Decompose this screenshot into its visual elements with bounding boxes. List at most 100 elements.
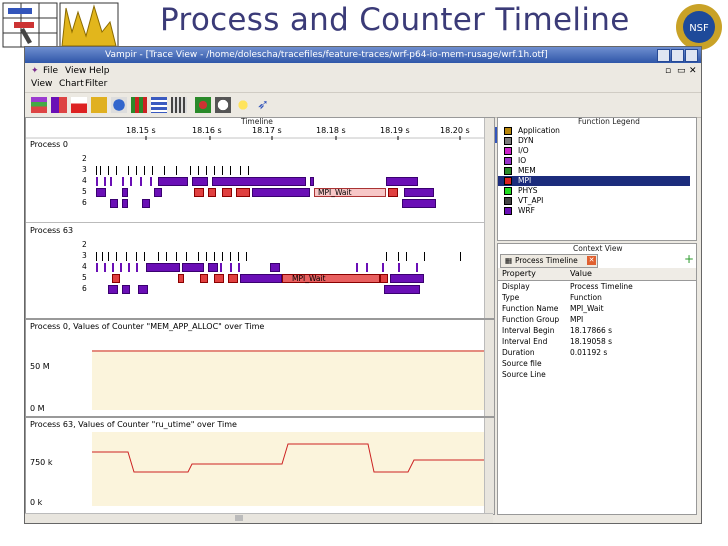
timeline-block[interactable]: [212, 177, 306, 186]
timeline-block[interactable]: [176, 166, 177, 175]
timeline-block[interactable]: [136, 166, 137, 175]
clock-icon[interactable]: [215, 97, 231, 113]
close-tab-icon[interactable]: ✕: [587, 256, 596, 265]
timeline-block[interactable]: [96, 263, 98, 272]
timeline-block[interactable]: [144, 252, 145, 261]
lightbulb-icon[interactable]: [235, 97, 251, 113]
menu-filter[interactable]: Filter: [85, 77, 107, 91]
restore-icon[interactable]: ▫: [665, 64, 671, 78]
call-tree-icon[interactable]: [151, 97, 167, 113]
timeline-block[interactable]: [186, 252, 187, 261]
timeline-block[interactable]: [100, 166, 101, 175]
timeline-block[interactable]: [96, 188, 106, 197]
timeline-block[interactable]: [110, 199, 118, 208]
timeline-block[interactable]: [146, 263, 180, 272]
timeline-block[interactable]: [214, 274, 224, 283]
timeline-block[interactable]: [424, 252, 425, 261]
timeline-block[interactable]: [176, 252, 177, 261]
timeline-block[interactable]: [120, 263, 122, 272]
timeline-block[interactable]: [104, 177, 106, 186]
timeline-block[interactable]: [178, 274, 184, 283]
pie-chart-icon[interactable]: [111, 97, 127, 113]
timeline-block[interactable]: [252, 188, 310, 197]
timeline-block[interactable]: [356, 263, 358, 272]
timeline-block[interactable]: [158, 252, 159, 261]
timeline-block[interactable]: [404, 188, 434, 197]
timeline-block[interactable]: [380, 274, 388, 283]
legend-item[interactable]: WRF: [498, 206, 690, 216]
timeline-block[interactable]: [108, 285, 118, 294]
timeline-block[interactable]: [390, 274, 424, 283]
timeline-block[interactable]: [108, 252, 109, 261]
menu-file[interactable]: File: [43, 64, 58, 78]
timeline-block[interactable]: [128, 166, 129, 175]
timeline-block[interactable]: [112, 263, 114, 272]
timeline-block[interactable]: [96, 252, 97, 261]
timeline-block[interactable]: [108, 166, 109, 175]
legend-item[interactable]: PHYS: [498, 186, 690, 196]
timeline-block[interactable]: [248, 166, 249, 175]
timeline-block[interactable]: [144, 166, 145, 175]
process-timeline-icon[interactable]: [51, 97, 67, 113]
timeline-block[interactable]: [200, 274, 208, 283]
restore-icon-2[interactable]: ▭: [677, 64, 686, 78]
timeline-block[interactable]: [310, 177, 314, 186]
close-icon[interactable]: ✕: [689, 64, 697, 78]
timeline-block[interactable]: [240, 274, 282, 283]
timeline-block[interactable]: [270, 263, 280, 272]
timeline-block[interactable]: [116, 252, 117, 261]
timeline-block[interactable]: [246, 252, 247, 261]
timeline-block[interactable]: [208, 188, 216, 197]
timeline-block[interactable]: [382, 263, 384, 272]
timeline-block[interactable]: [230, 252, 231, 261]
timeline-block[interactable]: [122, 285, 130, 294]
legend-item[interactable]: MPI: [498, 176, 690, 186]
timeline-block[interactable]: [222, 252, 223, 261]
timeline-block[interactable]: [206, 252, 207, 261]
timeline-block[interactable]: [122, 188, 128, 197]
menu-trace-view[interactable]: View: [31, 77, 52, 91]
timeline-block[interactable]: [222, 188, 232, 197]
timeline-block[interactable]: [116, 166, 117, 175]
close-button[interactable]: [685, 49, 698, 62]
timeline-block[interactable]: [198, 252, 199, 261]
legend-item[interactable]: VT_API: [498, 196, 690, 206]
timeline-block[interactable]: [398, 263, 400, 272]
timeline-block[interactable]: [126, 252, 127, 261]
timeline-block[interactable]: [402, 199, 436, 208]
timeline-block[interactable]: [110, 177, 112, 186]
timeline-block[interactable]: [136, 252, 137, 261]
window-titlebar[interactable]: Vampir - [Trace View - /home/dolescha/tr…: [25, 47, 701, 63]
timeline-block[interactable]: [214, 166, 215, 175]
timeline-block[interactable]: [230, 263, 232, 272]
timeline-block[interactable]: [136, 263, 138, 272]
timeline-block[interactable]: [190, 166, 191, 175]
timeline-block[interactable]: [140, 177, 142, 186]
timeline-block[interactable]: [164, 166, 165, 175]
timeline-block[interactable]: [238, 263, 240, 272]
counter2-vscroll[interactable]: [484, 418, 494, 514]
menu-chart[interactable]: Chart: [59, 77, 84, 91]
timeline-block[interactable]: [230, 166, 231, 175]
timeline-block[interactable]: [236, 188, 250, 197]
timeline-block[interactable]: [154, 188, 162, 197]
add-icon[interactable]: +: [684, 252, 694, 266]
legend-item[interactable]: IO: [498, 156, 690, 166]
timeline-block[interactable]: [460, 252, 461, 261]
master-timeline-icon[interactable]: [31, 97, 47, 113]
timeline-block[interactable]: [138, 285, 148, 294]
timeline-block[interactable]: [222, 166, 223, 175]
timeline-block[interactable]: [192, 177, 208, 186]
timeline-block[interactable]: [198, 166, 199, 175]
io-stats-icon[interactable]: [171, 97, 187, 113]
timeline-block[interactable]: [208, 263, 218, 272]
arrow-icon[interactable]: ➶: [255, 97, 271, 113]
timeline-block[interactable]: [240, 166, 241, 175]
timeline-block[interactable]: [214, 252, 215, 261]
timeline-block[interactable]: [194, 188, 204, 197]
context-icon[interactable]: [195, 97, 211, 113]
timeline-hscroll[interactable]: [25, 513, 493, 523]
maximize-button[interactable]: [671, 49, 684, 62]
timeline-block[interactable]: [366, 263, 368, 272]
timeline-block[interactable]: [182, 263, 204, 272]
